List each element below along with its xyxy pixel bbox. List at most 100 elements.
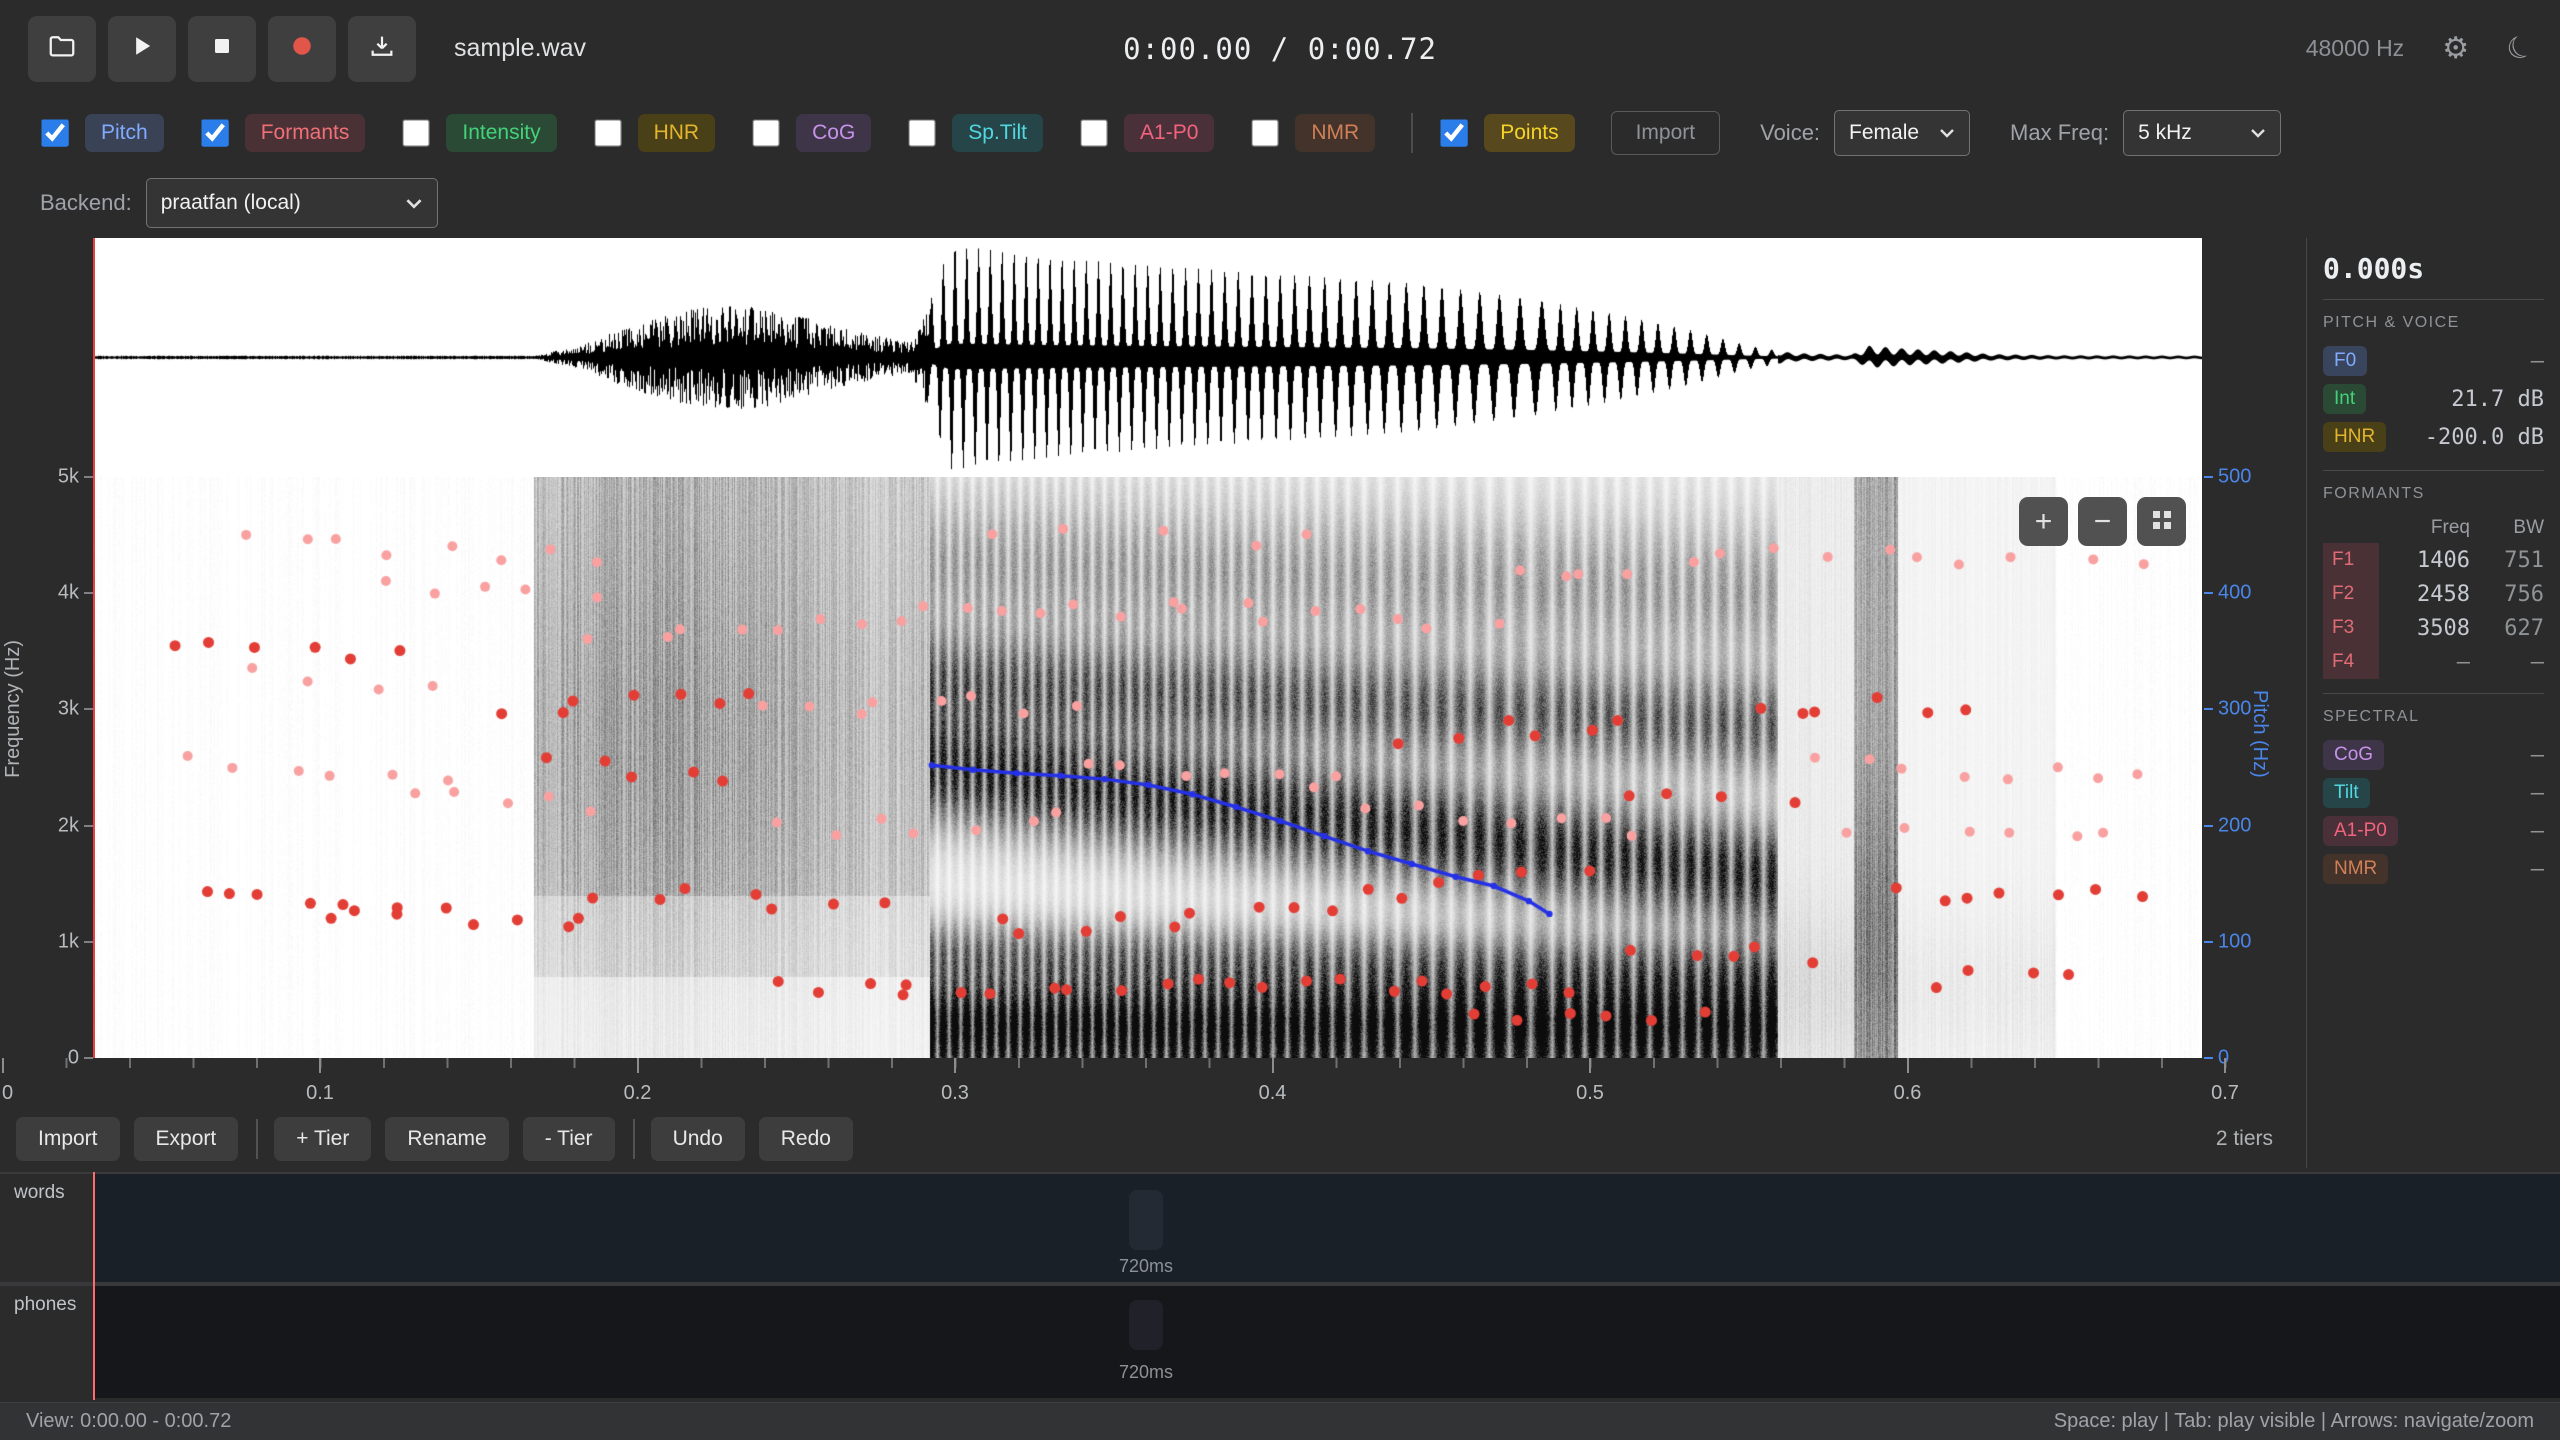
tier-interval-handle[interactable] <box>1129 1300 1163 1350</box>
freq-tick-mark <box>84 592 93 594</box>
cog-value: – <box>2531 743 2544 768</box>
waveform-panel[interactable] <box>95 238 2202 477</box>
moon-icon[interactable]: ☾ <box>2502 29 2539 68</box>
f0-row: F0 – <box>2323 342 2544 380</box>
record-icon <box>288 32 316 65</box>
cog-checkbox[interactable] <box>752 119 780 147</box>
stop-icon <box>210 34 234 63</box>
toggle-pitch: Pitch <box>40 114 164 152</box>
pitch-tick-mark <box>2204 941 2213 943</box>
freq-tick-mark <box>84 476 93 478</box>
intensity-pill[interactable]: Intensity <box>446 114 556 152</box>
max-freq-select-value: 5 kHz <box>2138 121 2192 145</box>
gear-icon[interactable]: ⚙ <box>2442 34 2469 64</box>
sptilt-pill[interactable]: Sp.Tilt <box>952 114 1043 152</box>
spectrogram-panel[interactable]: + − <box>95 477 2202 1058</box>
playhead-cursor <box>93 238 95 1058</box>
tier-interval-handle[interactable] <box>1129 1190 1163 1250</box>
zoom-reset-button[interactable] <box>2137 497 2186 546</box>
phones-tier-lane[interactable] <box>95 1286 2560 1398</box>
f2-badge: F2 <box>2323 577 2379 611</box>
f2-row: F2 2458 756 <box>2323 577 2544 611</box>
undo-button[interactable]: Undo <box>651 1117 745 1161</box>
frequency-axis: 01k2k3k4k5k <box>0 477 95 1058</box>
measurements-sidebar: 0.000s PITCH & VOICE F0 – Int 21.7 dB HN… <box>2306 238 2560 1168</box>
sample-rate-label: 48000 Hz <box>2306 35 2404 62</box>
tier-toolbar: Import Export + Tier Rename - Tier Undo … <box>0 1108 2560 1170</box>
freq-tick-mark <box>84 825 93 827</box>
toolbar-divider <box>256 1119 258 1159</box>
tier-row-words[interactable]: words 720ms <box>0 1172 2560 1286</box>
pitch-checkbox[interactable] <box>41 119 69 147</box>
max-freq-label: Max Freq: <box>2010 120 2109 146</box>
record-button[interactable] <box>268 16 336 82</box>
words-tier-lane[interactable] <box>95 1174 2560 1282</box>
a1p0-pill[interactable]: A1-P0 <box>1124 114 1214 152</box>
play-button[interactable] <box>108 16 176 82</box>
tier-export-button[interactable]: Export <box>134 1117 239 1161</box>
f0-value: – <box>2531 349 2544 374</box>
redo-button[interactable]: Redo <box>759 1117 853 1161</box>
grid-icon <box>2151 505 2173 539</box>
remove-tier-button[interactable]: - Tier <box>523 1117 615 1161</box>
time-tick-label: 0 <box>2 1082 13 1105</box>
tier-duration-label: 720ms <box>1096 1256 1196 1277</box>
toggle-divider <box>1411 113 1413 153</box>
formants-checkbox[interactable] <box>201 119 229 147</box>
intensity-value: 21.7 dB <box>2451 387 2544 412</box>
a1p0-value: – <box>2531 819 2544 844</box>
voice-select[interactable]: Female <box>1834 110 1970 156</box>
time-tick-mark <box>1589 1058 1591 1073</box>
cog-row: CoG – <box>2323 736 2544 774</box>
zoom-out-button[interactable]: − <box>2078 497 2127 546</box>
top-toolbar: sample.wav 0:00.00 / 0:00.72 48000 Hz ⚙ … <box>0 0 2560 97</box>
download-icon <box>368 32 396 65</box>
a1p0-checkbox[interactable] <box>1080 119 1108 147</box>
freq-tick-mark <box>84 941 93 943</box>
intensity-checkbox[interactable] <box>403 119 431 147</box>
nmr-pill[interactable]: NMR <box>1295 114 1375 152</box>
time-tick-label: 0.1 <box>306 1082 334 1105</box>
nmr-checkbox[interactable] <box>1252 119 1280 147</box>
tier-row-phones[interactable]: phones 720ms <box>0 1286 2560 1398</box>
add-tier-button[interactable]: + Tier <box>274 1117 371 1161</box>
toggle-cog: CoG <box>751 114 871 152</box>
tier-playhead-cursor <box>93 1172 95 1400</box>
sptilt-checkbox[interactable] <box>909 119 937 147</box>
f1-freq-value: 1406 <box>2379 548 2470 573</box>
intensity-row: Int 21.7 dB <box>2323 380 2544 418</box>
import-points-button[interactable]: Import <box>1611 111 1721 155</box>
waveform-canvas[interactable] <box>95 238 2202 477</box>
toggle-nmr: NMR <box>1250 114 1375 152</box>
cog-badge: CoG <box>2323 740 2384 770</box>
status-bar: View: 0:00.00 - 0:00.72 Space: play | Ta… <box>0 1402 2560 1440</box>
stop-button[interactable] <box>188 16 256 82</box>
points-checkbox[interactable] <box>1440 119 1468 147</box>
pitch-pill[interactable]: Pitch <box>85 114 164 152</box>
f4-badge: F4 <box>2323 645 2379 679</box>
hnr-pill[interactable]: HNR <box>638 114 716 152</box>
points-pill[interactable]: Points <box>1484 114 1574 152</box>
open-file-button[interactable] <box>28 16 96 82</box>
backend-select[interactable]: praatfan (local) <box>146 178 438 228</box>
view-range-label: View: 0:00.00 - 0:00.72 <box>26 1410 231 1433</box>
sidebar-divider <box>2323 470 2544 471</box>
cog-pill[interactable]: CoG <box>796 114 871 152</box>
freq-tick-mark <box>84 708 93 710</box>
time-tick-mark <box>1907 1058 1909 1073</box>
spectral-section-title: SPECTRAL <box>2323 708 2544 726</box>
formants-pill[interactable]: Formants <box>245 114 366 152</box>
zoom-in-button[interactable]: + <box>2019 497 2068 546</box>
f1-row: F1 1406 751 <box>2323 543 2544 577</box>
f4-freq-value: – <box>2379 650 2470 675</box>
f3-bw-value: 627 <box>2470 616 2544 641</box>
hnr-checkbox[interactable] <box>594 119 622 147</box>
max-freq-select[interactable]: 5 kHz <box>2123 110 2281 156</box>
freq-tick-label: 4k <box>58 582 79 605</box>
time-tick-mark <box>954 1058 956 1073</box>
rename-tier-button[interactable]: Rename <box>385 1117 508 1161</box>
download-button[interactable] <box>348 16 416 82</box>
cursor-time-readout: 0.000s <box>2323 252 2544 285</box>
tier-import-button[interactable]: Import <box>16 1117 120 1161</box>
pitch-tick-mark <box>2204 476 2213 478</box>
